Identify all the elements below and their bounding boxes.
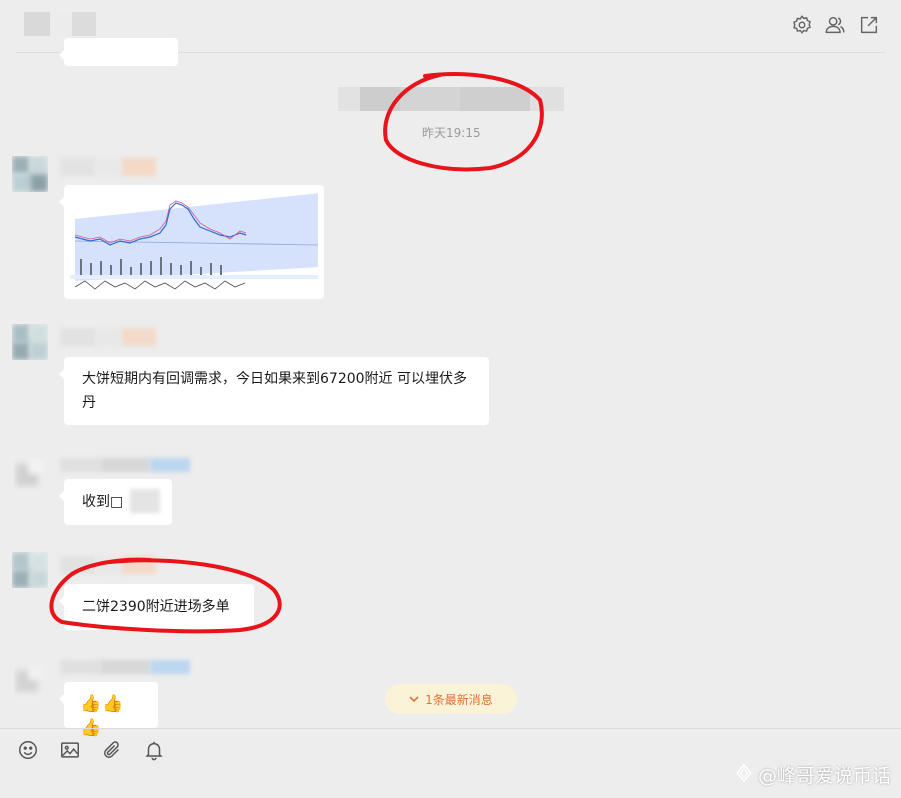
message-text: 大饼短期内有回调需求，今日如果来到67200附近 可以埋伏多丹 <box>82 371 467 411</box>
chat-title-blurred <box>18 12 98 36</box>
text-message-bubble[interactable]: 大饼短期内有回调需求，今日如果来到67200附近 可以埋伏多丹 <box>59 357 489 425</box>
previous-message-bubble <box>59 38 178 66</box>
avatar[interactable] <box>12 156 48 192</box>
image-message-bubble[interactable] <box>59 185 324 299</box>
redacted-text <box>130 489 160 513</box>
avatar[interactable] <box>14 664 44 698</box>
emoji-message-bubble[interactable]: 👍👍👍 <box>59 682 158 738</box>
new-messages-label: 1条最新消息 <box>425 692 493 707</box>
users-icon[interactable] <box>824 14 846 36</box>
avatar[interactable] <box>12 552 48 588</box>
external-link-icon[interactable] <box>858 14 880 36</box>
watermark-text: @峰哥爱说币话 <box>757 765 891 787</box>
avatar[interactable] <box>12 324 48 360</box>
bell-icon[interactable] <box>143 739 165 761</box>
message-text: 二饼2390附近进场多单 <box>82 599 230 615</box>
avatar[interactable] <box>14 458 44 492</box>
text-message-bubble[interactable]: 收到□ <box>59 479 172 525</box>
text-message-bubble[interactable]: 二饼2390附近进场多单 <box>59 584 254 630</box>
chevron-down-icon <box>409 692 419 706</box>
watermark-logo-icon <box>734 763 754 787</box>
emoji-icon[interactable] <box>17 739 39 761</box>
chart-screenshot-image[interactable] <box>70 189 321 295</box>
new-messages-badge[interactable]: 1条最新消息 <box>385 684 517 714</box>
image-icon[interactable] <box>59 739 81 761</box>
gear-icon[interactable] <box>791 14 813 36</box>
timestamp: 昨天19:15 <box>422 126 481 140</box>
watermark: @峰哥爱说币话 <box>734 761 891 788</box>
attachment-icon[interactable] <box>101 739 123 761</box>
